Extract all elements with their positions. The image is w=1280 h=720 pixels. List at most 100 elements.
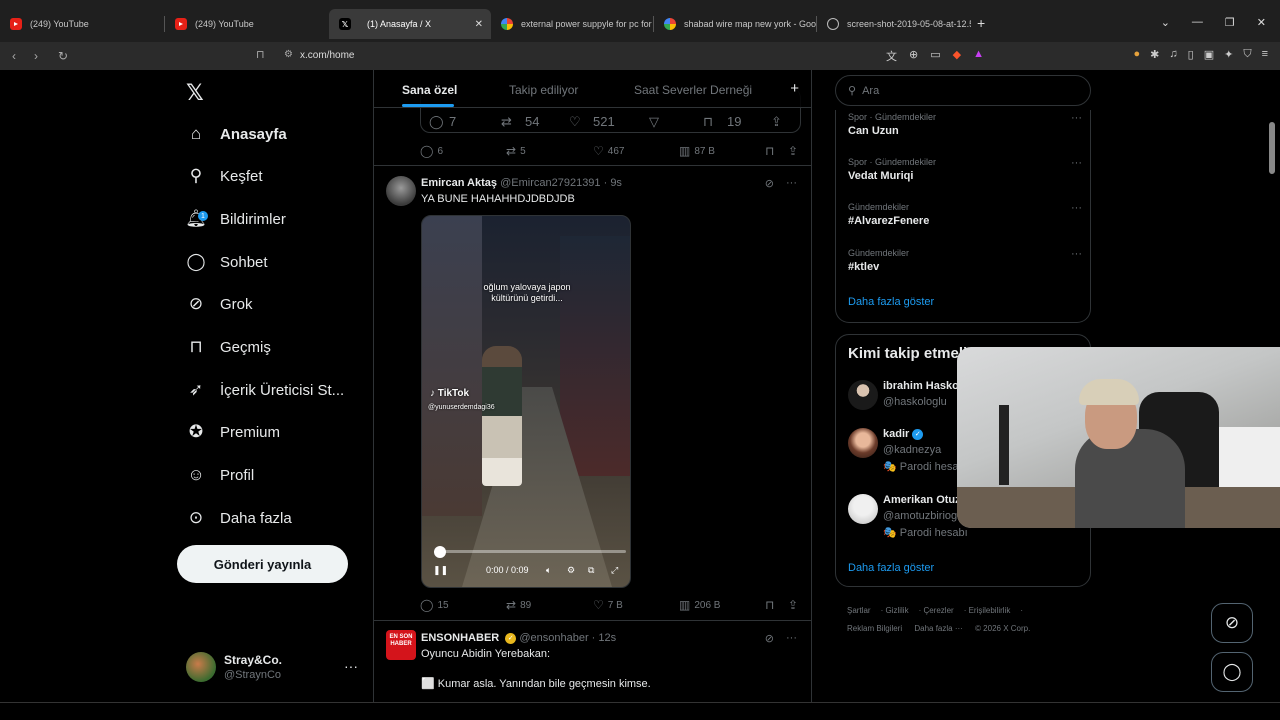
- scrollbar-thumb[interactable]: [1269, 122, 1275, 174]
- author-handle[interactable]: @Emircan27921391 · 9s: [500, 177, 622, 189]
- footer-link-more[interactable]: Daha fazla ···: [914, 624, 962, 633]
- page-scrollbar[interactable]: [1268, 70, 1276, 702]
- nav-item-chat[interactable]: ◯ Sohbet: [186, 247, 267, 277]
- browser-tab-youtube-1[interactable]: (249) YouTube: [0, 9, 164, 39]
- show-more-follow-link[interactable]: Daha fazla göster: [848, 562, 934, 574]
- menu-icon[interactable]: ≡: [1262, 48, 1268, 61]
- more-icon[interactable]: ···: [1071, 202, 1082, 214]
- new-tab-button[interactable]: +: [977, 15, 985, 31]
- grok-icon[interactable]: ⊘: [765, 177, 774, 190]
- video-progress-bar[interactable]: [436, 550, 626, 553]
- cast-icon[interactable]: ▭: [930, 48, 940, 64]
- zoom-icon[interactable]: ⊕: [909, 48, 918, 64]
- more-icon[interactable]: ···: [1071, 112, 1082, 124]
- more-icon[interactable]: ···: [786, 632, 797, 645]
- trend-item[interactable]: Gündemdekiler #ktlev ···: [848, 248, 1088, 273]
- sidebar-icon[interactable]: ▯: [1188, 48, 1194, 61]
- more-icon[interactable]: ···: [786, 177, 797, 190]
- x-logo-icon[interactable]: 𝕏: [186, 80, 204, 106]
- bookmark-button[interactable]: ⊓: [765, 598, 774, 612]
- show-more-trends-link[interactable]: Daha fazla göster: [848, 296, 934, 308]
- reload-icon[interactable]: ↻: [58, 49, 68, 63]
- fullscreen-icon[interactable]: ⤢: [611, 565, 618, 576]
- messages-floating-button[interactable]: ◯: [1211, 652, 1253, 692]
- extension-icon[interactable]: ●: [1134, 48, 1141, 61]
- footer-link-cookies[interactable]: Çerezler: [923, 606, 953, 615]
- browser-tab-youtube-2[interactable]: (249) YouTube: [165, 9, 329, 39]
- nav-item-explore[interactable]: ⚲ Keşfet: [186, 161, 263, 191]
- music-icon[interactable]: ♫: [1169, 48, 1177, 61]
- translate-icon[interactable]: 文: [886, 48, 897, 64]
- tab-following[interactable]: Takip ediliyor: [509, 83, 578, 97]
- browser-tab-google-2[interactable]: shabad wire map new york - Google: [654, 9, 816, 39]
- nav-item-creator-studio[interactable]: ➶ İçerik Üreticisi St...: [186, 375, 344, 405]
- views-button[interactable]: ▥ 87 B: [679, 144, 715, 158]
- nav-item-premium[interactable]: ✪ Premium: [186, 417, 280, 447]
- nav-item-home[interactable]: ⌂ Anasayfa: [186, 119, 287, 149]
- volume-icon[interactable]: 🔈︎: [546, 565, 551, 576]
- back-icon[interactable]: ‹: [12, 49, 22, 63]
- vpn-icon[interactable]: ⛉: [1243, 48, 1251, 61]
- video-player[interactable]: oğlum yalovaya japon kültürünü getirdi..…: [421, 215, 631, 588]
- trend-item[interactable]: Gündemdekiler #AlvarezFenere ···: [848, 202, 1088, 227]
- pause-icon[interactable]: ❚❚: [433, 565, 448, 576]
- more-icon[interactable]: ···: [1071, 248, 1082, 260]
- close-window-icon[interactable]: ✕: [1257, 16, 1266, 29]
- nav-item-bookmarks[interactable]: ⊓ Geçmiş: [186, 332, 270, 362]
- nav-item-more[interactable]: ⊙ Daha fazla: [186, 503, 292, 533]
- browser-tab-screenshot[interactable]: screen-shot-2019-05-08-at-12.56.12: [817, 9, 971, 39]
- share-button[interactable]: ⇪: [788, 144, 798, 158]
- like-button[interactable]: ♡ 7 B: [593, 598, 623, 612]
- brave-rewards-icon[interactable]: ▲: [973, 48, 984, 64]
- footer-link-accessibility[interactable]: Erişilebilirlik: [969, 606, 1011, 615]
- author-name[interactable]: ENSONHABER: [421, 632, 499, 644]
- nav-item-profile[interactable]: ☺ Profil: [186, 460, 254, 490]
- share-button[interactable]: ⇪: [788, 598, 798, 612]
- avatar[interactable]: EN SON HABER: [386, 630, 416, 660]
- site-info-icon[interactable]: ⚙: [284, 49, 293, 60]
- nav-item-notifications[interactable]: 🔔︎ 1 Bildirimler: [185, 204, 286, 234]
- puzzle-icon[interactable]: ✱: [1150, 48, 1159, 61]
- settings-icon[interactable]: ⚙: [567, 565, 575, 576]
- browser-tab-google-1[interactable]: external power suppyle for pc for ele: [491, 9, 653, 39]
- more-icon[interactable]: ···: [1071, 157, 1082, 169]
- avatar[interactable]: [386, 176, 416, 206]
- trend-item[interactable]: Spor · Gündemdekiler Vedat Muriqi ···: [848, 157, 1088, 182]
- trend-item[interactable]: Spor · Gündemdekiler Can Uzun ···: [848, 112, 1088, 137]
- maximize-icon[interactable]: ❐: [1225, 16, 1235, 29]
- like-button[interactable]: ♡ 467: [593, 144, 624, 158]
- forward-icon[interactable]: ›: [34, 49, 44, 63]
- repost-button[interactable]: ⇄ 5: [506, 144, 526, 158]
- footer-link-privacy[interactable]: Gizlilik: [885, 606, 908, 615]
- tab-saat-severler[interactable]: Saat Severler Derneği: [634, 83, 752, 97]
- views-button[interactable]: ▥ 206 B: [679, 598, 720, 612]
- account-switcher[interactable]: Stray&Co. @StraynCo ···: [186, 652, 358, 682]
- post-button[interactable]: Gönderi yayınla: [177, 545, 348, 583]
- video-scrubber-handle[interactable]: [433, 546, 446, 558]
- reply-button[interactable]: ◯ 15: [420, 598, 449, 612]
- minimize-icon[interactable]: —: [1192, 16, 1203, 29]
- add-tab-icon[interactable]: +: [790, 80, 799, 97]
- reply-button[interactable]: ◯ 6: [420, 144, 443, 158]
- nav-item-grok[interactable]: ⊘ Grok: [186, 289, 253, 319]
- tab-for-you[interactable]: Sana özel: [402, 83, 457, 97]
- author-handle[interactable]: @ensonhaber · 12s: [519, 632, 616, 644]
- repost-button[interactable]: ⇄ 89: [506, 598, 531, 612]
- search-input[interactable]: ⚲ Ara: [835, 75, 1091, 106]
- brave-shield-icon[interactable]: ◆: [953, 48, 961, 64]
- grok-floating-button[interactable]: ⊘: [1211, 603, 1253, 643]
- bookmark-page-icon[interactable]: ⊓: [256, 48, 265, 61]
- more-icon[interactable]: ···: [344, 658, 358, 674]
- tab-search-icon[interactable]: ⌄: [1161, 16, 1170, 29]
- bookmark-button[interactable]: ⊓: [765, 144, 774, 158]
- author-name[interactable]: Emircan Aktaş: [421, 177, 497, 189]
- grok-icon[interactable]: ⊘: [765, 632, 774, 645]
- picture-in-picture-icon[interactable]: ⧉: [588, 565, 594, 576]
- url-field[interactable]: x.com/home: [300, 50, 354, 61]
- close-tab-icon[interactable]: ✕: [475, 19, 483, 30]
- footer-link-ads-info[interactable]: Reklam Bilgileri: [847, 624, 902, 633]
- footer-link-terms[interactable]: Şartlar: [847, 606, 871, 615]
- wallet-icon[interactable]: ▣: [1204, 48, 1214, 61]
- leo-icon[interactable]: ✦: [1224, 48, 1233, 61]
- browser-tab-x-home[interactable]: 𝕏 (1) Anasayfa / X ✕: [329, 9, 491, 39]
